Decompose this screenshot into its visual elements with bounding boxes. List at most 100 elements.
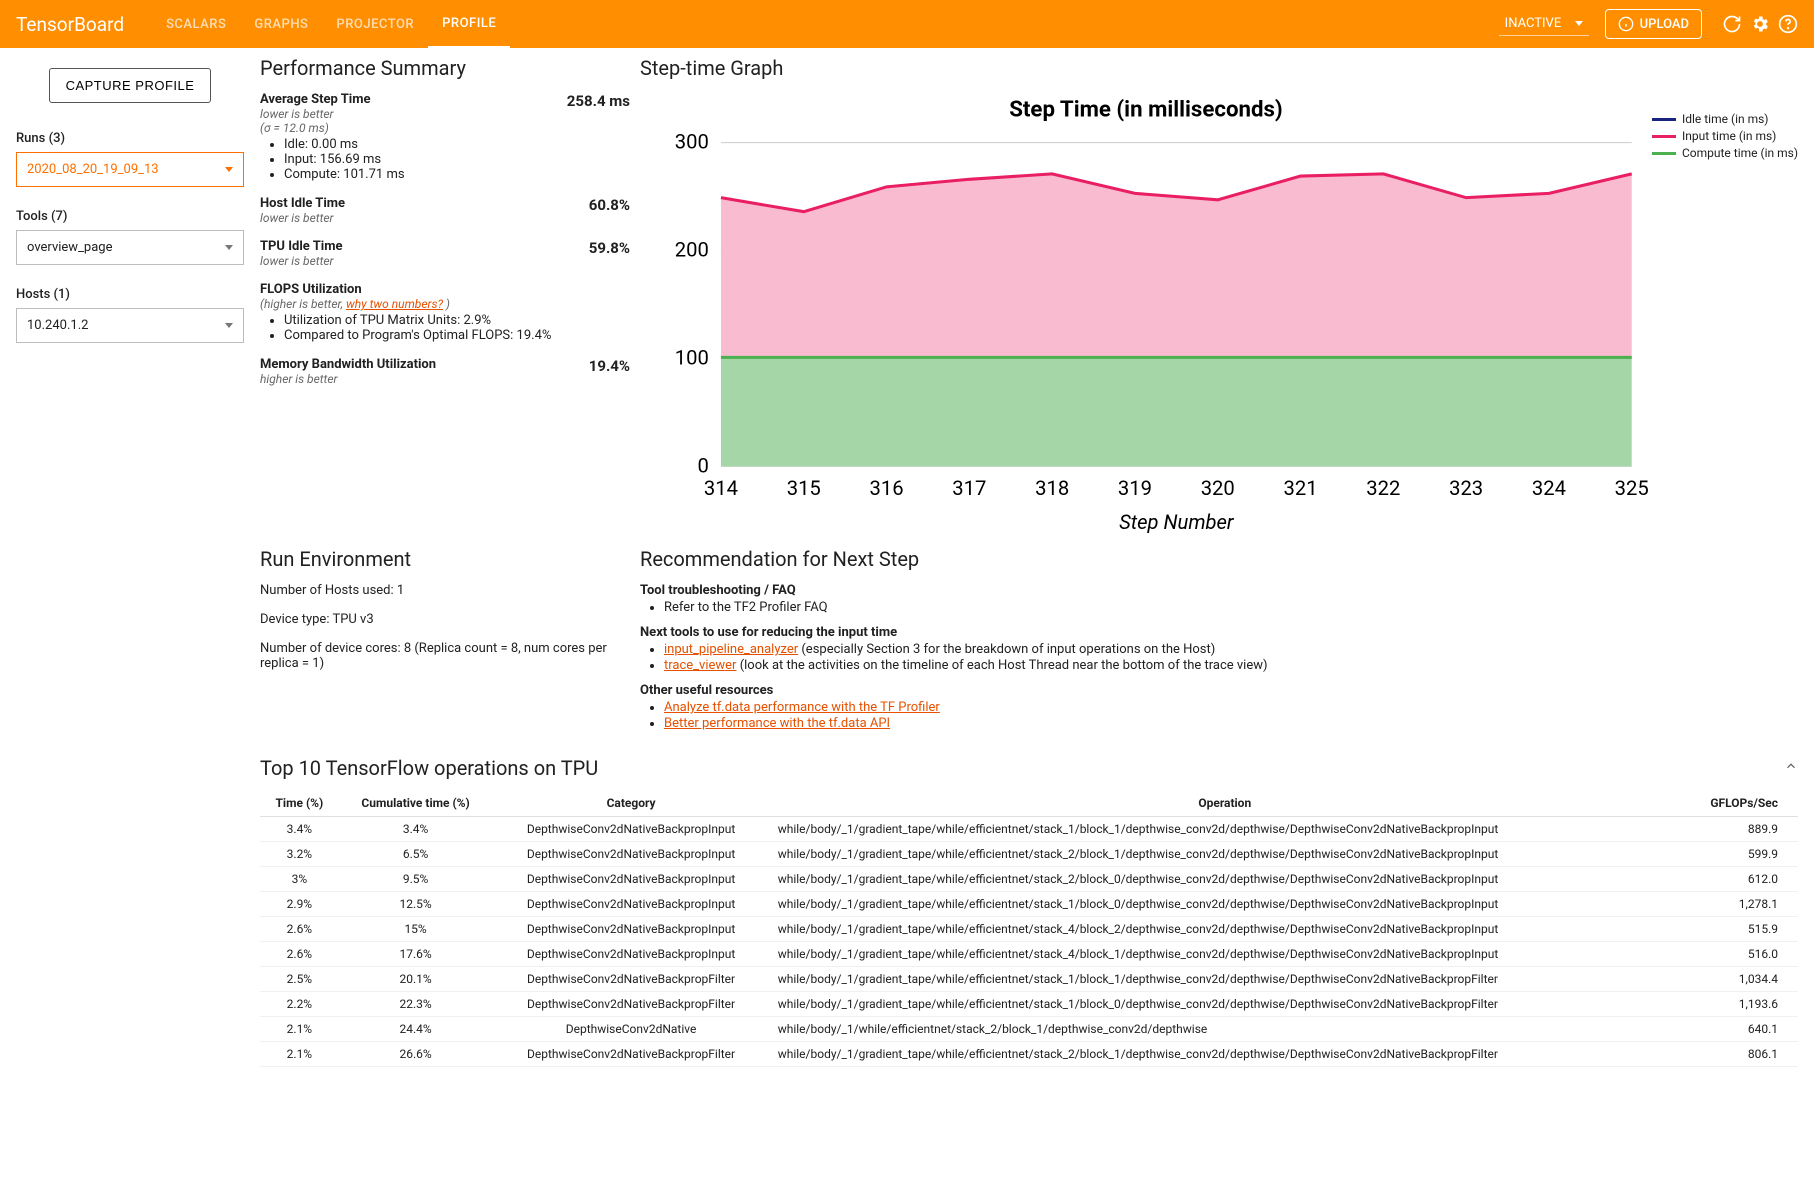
help-icon[interactable] (1778, 14, 1798, 34)
svg-text:Step Number: Step Number (1119, 510, 1235, 534)
svg-text:320: 320 (1201, 476, 1235, 500)
svg-text:319: 319 (1118, 476, 1152, 500)
ops-table: Time (%) Cumulative time (%) Category Op… (260, 790, 1798, 1067)
step-time-chart: Step Time (in milliseconds)0100200300314… (640, 92, 1652, 537)
runs-value: 2020_08_20_19_09_13 (27, 162, 159, 177)
tools-label: Tools (7) (16, 209, 244, 224)
avg-input: Input: 156.69 ms (284, 152, 555, 167)
perf-title: Performance Summary (260, 56, 630, 80)
flops-optimal: Compared to Program's Optimal FLOPS: 19.… (284, 328, 630, 343)
svg-text:300: 300 (675, 130, 709, 154)
chevron-down-icon (225, 323, 233, 328)
chevron-down-icon (225, 245, 233, 250)
svg-text:316: 316 (870, 476, 904, 500)
svg-text:200: 200 (675, 238, 709, 262)
upload-button[interactable]: UPLOAD (1605, 9, 1702, 39)
chart-title: Step-time Graph (640, 56, 1798, 80)
link-trace-viewer[interactable]: trace_viewer (664, 658, 736, 673)
svg-text:0: 0 (697, 453, 708, 477)
run-environment-card: Run Environment Number of Hosts used: 1 … (260, 547, 630, 732)
metric-memory: Memory Bandwidth Utilization higher is b… (260, 357, 630, 386)
svg-text:325: 325 (1615, 476, 1649, 500)
gear-icon[interactable] (1750, 14, 1770, 34)
svg-text:315: 315 (787, 476, 821, 500)
table-row: 3.2%6.5%DepthwiseConv2dNativeBackpropInp… (260, 842, 1798, 867)
why-two-numbers-link[interactable]: why two numbers? (346, 297, 443, 311)
metric-title: TPU Idle Time (260, 239, 577, 254)
rec-sub-tools: Next tools to use for reducing the input… (640, 625, 1798, 640)
metric-title: Host Idle Time (260, 196, 577, 211)
tab-profile[interactable]: PROFILE (428, 0, 510, 48)
tab-scalars[interactable]: SCALARS (152, 0, 240, 48)
refresh-icon[interactable] (1722, 14, 1742, 34)
rec-title: Recommendation for Next Step (640, 547, 1798, 571)
table-row: 2.6%15%DepthwiseConv2dNativeBackpropInpu… (260, 917, 1798, 942)
app-logo: TensorBoard (16, 13, 124, 36)
table-row: 2.9%12.5%DepthwiseConv2dNativeBackpropIn… (260, 892, 1798, 917)
hosts-select[interactable]: 10.240.1.2 (16, 308, 244, 343)
app-header: TensorBoard SCALARS GRAPHS PROJECTOR PRO… (0, 0, 1814, 48)
chevron-up-icon[interactable] (1784, 759, 1798, 773)
env-cores: Number of device cores: 8 (Replica count… (260, 641, 630, 671)
hosts-label: Hosts (1) (16, 287, 244, 302)
svg-text:321: 321 (1283, 476, 1317, 500)
tab-graphs[interactable]: GRAPHS (240, 0, 322, 48)
svg-text:317: 317 (952, 476, 986, 500)
env-hosts: Number of Hosts used: 1 (260, 583, 630, 598)
legend-idle: Idle time (in ms) (1682, 112, 1769, 126)
env-device: Device type: TPU v3 (260, 612, 630, 627)
step-time-chart-card: Step-time Graph Step Time (in millisecon… (640, 56, 1798, 537)
rec-sub-resources: Other useful resources (640, 683, 1798, 698)
status-label: INACTIVE (1505, 16, 1562, 31)
col-gflops: GFLOPs/Sec (1680, 790, 1798, 817)
metric-sigma: (σ = 12.0 ms) (260, 121, 555, 135)
metric-title: Average Step Time (260, 92, 555, 107)
main-content: Performance Summary Average Step Time lo… (260, 48, 1814, 1091)
capture-profile-button[interactable]: CAPTURE PROFILE (49, 68, 212, 103)
col-time: Time (%) (260, 790, 339, 817)
metric-title: Memory Bandwidth Utilization (260, 357, 577, 372)
metric-sub: lower is better (260, 254, 577, 268)
upload-label: UPLOAD (1640, 17, 1689, 32)
table-row: 2.2%22.3%DepthwiseConv2dNativeBackpropFi… (260, 992, 1798, 1017)
hosts-value: 10.240.1.2 (27, 318, 88, 333)
tab-projector[interactable]: PROJECTOR (322, 0, 428, 48)
metric-sub: higher is better (260, 372, 577, 386)
legend-swatch-compute (1652, 152, 1676, 155)
metric-tpu-idle: TPU Idle Time lower is better 59.8% (260, 239, 630, 268)
legend-input: Input time (in ms) (1682, 129, 1776, 143)
link-tfdata-profiler[interactable]: Analyze tf.data performance with the TF … (664, 700, 940, 715)
col-cum: Cumulative time (%) (339, 790, 493, 817)
ops-title: Top 10 TensorFlow operations on TPU (260, 756, 598, 780)
metric-sub: (higher is better, why two numbers? ) (260, 297, 630, 311)
col-op: Operation (770, 790, 1680, 817)
runs-select[interactable]: 2020_08_20_19_09_13 (16, 152, 244, 187)
info-icon (1618, 16, 1634, 32)
metric-sub: lower is better (260, 211, 577, 225)
link-tfdata-api[interactable]: Better performance with the tf.data API (664, 716, 890, 731)
env-title: Run Environment (260, 547, 630, 571)
svg-text:323: 323 (1449, 476, 1483, 500)
legend-swatch-input (1652, 135, 1676, 138)
metric-sub: lower is better (260, 107, 555, 121)
chevron-down-icon (1575, 21, 1583, 26)
svg-text:318: 318 (1035, 476, 1069, 500)
nav-tabs: SCALARS GRAPHS PROJECTOR PROFILE (152, 0, 510, 48)
flops-matrix: Utilization of TPU Matrix Units: 2.9% (284, 313, 630, 328)
table-row: 3.4%3.4%DepthwiseConv2dNativeBackpropInp… (260, 817, 1798, 842)
table-row: 3%9.5%DepthwiseConv2dNativeBackpropInput… (260, 867, 1798, 892)
tools-select[interactable]: overview_page (16, 230, 244, 265)
status-dropdown[interactable]: INACTIVE (1499, 12, 1589, 36)
rec-sub-faq: Tool troubleshooting / FAQ (640, 583, 1798, 598)
recommendation-card: Recommendation for Next Step Tool troubl… (640, 547, 1798, 732)
sidebar: CAPTURE PROFILE Runs (3) 2020_08_20_19_0… (0, 48, 260, 1091)
svg-text:314: 314 (704, 476, 738, 500)
link-input-pipeline[interactable]: input_pipeline_analyzer (664, 642, 798, 657)
performance-summary-card: Performance Summary Average Step Time lo… (260, 56, 630, 537)
metric-value: 258.4 ms (555, 92, 630, 182)
metric-title: FLOPS Utilization (260, 282, 630, 297)
metric-flops: FLOPS Utilization (higher is better, why… (260, 282, 630, 343)
avg-idle: Idle: 0.00 ms (284, 137, 555, 152)
svg-text:Step Time (in milliseconds): Step Time (in milliseconds) (1009, 96, 1283, 122)
chart-legend: Idle time (in ms) Input time (in ms) Com… (1652, 92, 1798, 537)
